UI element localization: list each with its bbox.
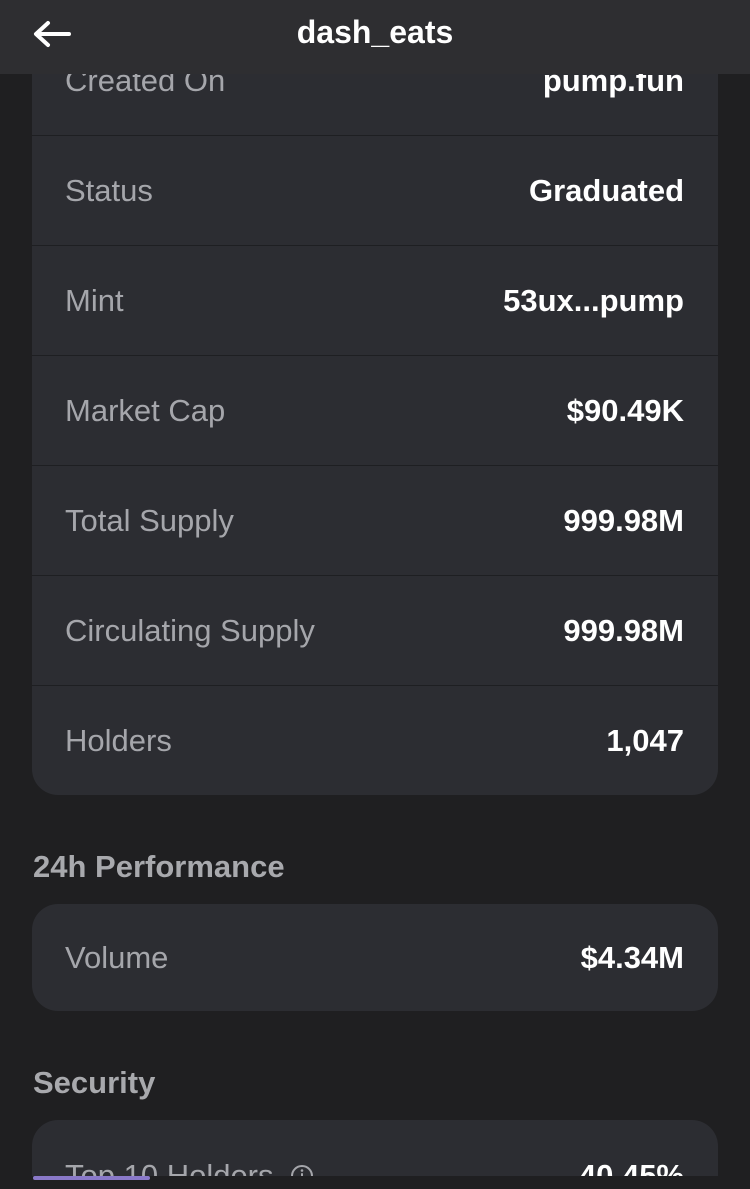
info-row-holders: Holders 1,047 [32, 686, 718, 795]
row-value: Graduated [528, 172, 684, 208]
row-value: 1,047 [606, 722, 684, 758]
row-label: Circulating Supply [65, 612, 315, 648]
row-value: $90.49K [566, 392, 684, 428]
row-label: Total Supply [65, 502, 234, 538]
row-value: 999.98M [563, 502, 684, 538]
row-label: Volume [65, 939, 169, 975]
row-label: Status [65, 172, 153, 208]
info-row-status: Status Graduated [32, 136, 718, 246]
security-row-top-10-holders: Top 10 Holders 40.45% [32, 1120, 718, 1180]
info-row-total-supply: Total Supply 999.98M [32, 466, 718, 576]
row-label: Holders [65, 722, 172, 758]
security-card: Top 10 Holders 40.45% [32, 1120, 718, 1180]
row-value: 999.98M [563, 612, 684, 648]
performance-card: Volume $4.34M [32, 904, 718, 1011]
section-title-security: Security [33, 1065, 156, 1100]
performance-row-volume: Volume $4.34M [32, 904, 718, 1011]
info-row-mint[interactable]: Mint 53ux...pump [32, 246, 718, 356]
mint-address[interactable]: 53ux...pump [503, 283, 684, 319]
home-indicator [33, 1176, 150, 1180]
row-value: $4.34M [580, 939, 684, 975]
info-row-circulating-supply: Circulating Supply 999.98M [32, 576, 718, 686]
section-title-performance: 24h Performance [33, 849, 285, 884]
top-bar: dash_eats [0, 0, 750, 74]
row-label: Market Cap [65, 392, 226, 428]
page-title: dash_eats [296, 14, 454, 50]
row-label: Mint [65, 282, 124, 318]
info-row-market-cap: Market Cap $90.49K [32, 356, 718, 466]
token-info-card: Created On pump.fun Status Graduated Min… [32, 26, 718, 795]
